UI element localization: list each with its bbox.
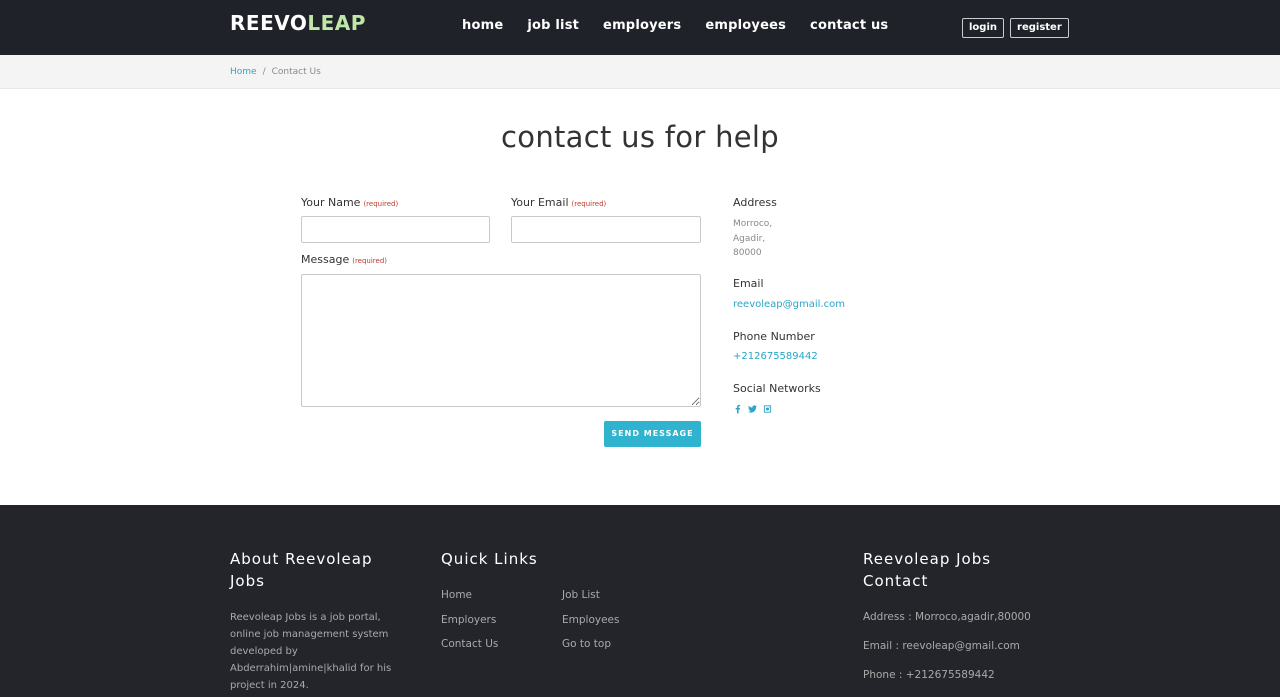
- facebook-icon[interactable]: [733, 404, 742, 414]
- breadcrumb-bar: Home / Contact Us: [0, 55, 1280, 89]
- breadcrumb-separator: /: [262, 67, 266, 77]
- address-line-1: Morroco,: [733, 219, 773, 229]
- nav-employers[interactable]: employers: [603, 18, 681, 33]
- message-label: Message (required): [301, 253, 387, 266]
- footer-link-contact-us[interactable]: Contact Us: [441, 638, 498, 650]
- top-navbar: REEVO LEAP home job list employers employ…: [0, 0, 1280, 55]
- address-line-2: Agadir,: [733, 233, 766, 244]
- email-input[interactable]: [511, 216, 701, 243]
- phone-link[interactable]: +212675589442: [733, 351, 818, 362]
- breadcrumb-current: Contact Us: [271, 67, 321, 77]
- address-line-3: 80000: [733, 248, 762, 258]
- message-textarea[interactable]: [301, 274, 701, 407]
- footer-link-employees[interactable]: Employees: [562, 614, 619, 626]
- email-link[interactable]: reevoleap@gmail.com: [733, 299, 845, 310]
- email-heading: Email: [733, 277, 764, 290]
- address-text: Morroco, Agadir, 80000: [733, 217, 772, 261]
- footer-address: Address : Morroco,agadir,80000: [863, 611, 1031, 623]
- name-input[interactable]: [301, 216, 490, 243]
- send-message-button[interactable]: SEND MESSAGE: [604, 421, 701, 447]
- instagram-icon[interactable]: [763, 404, 772, 414]
- footer-about-text: Reevoleap Jobs is a job portal, online j…: [230, 609, 391, 694]
- footer-about-line-5: project in 2024.: [230, 680, 309, 691]
- footer-about-line-4: Abderrahim|amine|khalid for his: [230, 663, 392, 674]
- email-required-note: (required): [571, 200, 607, 208]
- nav-employees[interactable]: employees: [705, 18, 786, 33]
- email-label: Your Email (required): [511, 196, 606, 209]
- footer-link-go-to-top[interactable]: Go to top: [562, 638, 611, 650]
- name-required-note: (required): [363, 200, 399, 208]
- footer-contact-heading-line-1: Reevoleap Jobs: [863, 550, 992, 568]
- main-nav: home job list employers employees contac…: [462, 18, 912, 33]
- footer-about-heading-line-1: About Reevoleap: [230, 550, 373, 568]
- register-button[interactable]: register: [1010, 18, 1069, 38]
- email-label-text: Your Email: [511, 196, 569, 209]
- logo-text-part1: REEVO: [230, 11, 308, 35]
- nav-home[interactable]: home: [462, 18, 503, 33]
- name-label-text: Your Name: [301, 196, 361, 209]
- footer-email: Email : reevoleap@gmail.com: [863, 640, 1020, 652]
- social-links: [733, 404, 772, 414]
- site-footer: About Reevoleap Jobs Reevoleap Jobs is a…: [0, 505, 1280, 697]
- footer-contact-heading: Reevoleap Jobs Contact: [863, 548, 991, 592]
- logo-text-part2: LEAP: [307, 11, 366, 35]
- footer-phone: Phone : +212675589442: [863, 669, 995, 681]
- footer-about-heading: About Reevoleap Jobs: [230, 548, 373, 592]
- footer-about-line-2: online job management system: [230, 629, 389, 640]
- brand-logo[interactable]: REEVO LEAP: [230, 10, 366, 36]
- twitter-icon[interactable]: [748, 404, 757, 414]
- social-heading: Social Networks: [733, 382, 821, 395]
- message-required-note: (required): [352, 257, 388, 265]
- footer-link-home[interactable]: Home: [441, 589, 472, 601]
- name-label: Your Name (required): [301, 196, 398, 209]
- auth-buttons: login register: [962, 18, 1069, 38]
- footer-about-line-3: developed by: [230, 646, 298, 657]
- address-heading: Address: [733, 196, 777, 209]
- footer-link-employers[interactable]: Employers: [441, 614, 496, 626]
- footer-contact-heading-line-2: Contact: [863, 572, 929, 590]
- footer-link-job-list[interactable]: Job List: [562, 589, 600, 601]
- login-button[interactable]: login: [962, 18, 1005, 38]
- nav-contact-us[interactable]: contact us: [810, 18, 888, 33]
- nav-job-list[interactable]: job list: [527, 18, 579, 33]
- breadcrumb-home-link[interactable]: Home: [230, 67, 257, 77]
- footer-quick-links-heading: Quick Links: [441, 550, 538, 568]
- phone-heading: Phone Number: [733, 330, 815, 343]
- message-label-text: Message: [301, 253, 350, 266]
- breadcrumb: Home / Contact Us: [230, 67, 321, 77]
- page-title: contact us for help: [501, 120, 779, 154]
- footer-about-line-1: Reevoleap Jobs is a job portal,: [230, 612, 381, 623]
- footer-about-heading-line-2: Jobs: [230, 572, 265, 590]
